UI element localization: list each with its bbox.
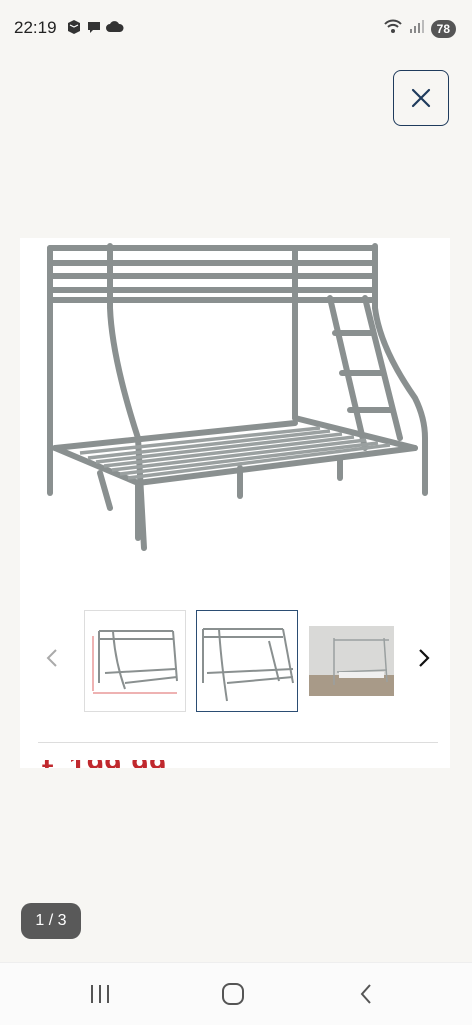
- price-text: £ 199.99: [42, 760, 172, 768]
- battery-badge: 78: [430, 19, 456, 38]
- image-counter-text: 1 / 3: [35, 912, 67, 929]
- home-icon: [222, 983, 244, 1005]
- status-bar: 22:19 78: [0, 0, 472, 50]
- recents-icon: [91, 985, 109, 1003]
- thumbnail-strip: [20, 610, 450, 715]
- thumbnail-2[interactable]: [196, 610, 298, 712]
- image-counter: 1 / 3: [21, 903, 81, 939]
- next-button[interactable]: [412, 638, 436, 678]
- thumbnail-1[interactable]: [84, 610, 186, 712]
- wifi-icon: [383, 18, 403, 39]
- chat-icon: [86, 19, 102, 40]
- price-partial: £ 199.99: [42, 760, 172, 768]
- divider: [38, 742, 438, 743]
- notification-icons: [66, 19, 124, 40]
- recents-button[interactable]: [80, 977, 120, 1011]
- status-right: 78: [383, 18, 456, 39]
- system-nav-bar: [0, 962, 472, 1025]
- previous-button[interactable]: [40, 638, 64, 678]
- bunk-bed-image: [47, 243, 428, 551]
- cloud-icon: [106, 19, 124, 40]
- home-button[interactable]: [213, 977, 253, 1011]
- close-button[interactable]: [393, 70, 449, 126]
- chevron-left-icon: [46, 649, 57, 667]
- chevron-right-icon: [419, 649, 430, 667]
- thumbnail-3[interactable]: [309, 610, 394, 712]
- product-gallery: £ 199.99: [20, 238, 450, 768]
- status-time: 22:19: [14, 18, 57, 37]
- back-icon: [360, 984, 371, 1004]
- close-icon: [411, 88, 431, 108]
- app-icon: [66, 19, 82, 40]
- thumbnail-image: [92, 630, 178, 694]
- signal-icon: [409, 18, 425, 39]
- main-product-image[interactable]: [20, 238, 450, 578]
- back-button[interactable]: [346, 977, 386, 1011]
- thumbnail-image: [309, 626, 394, 696]
- thumbnail-image: [202, 628, 294, 702]
